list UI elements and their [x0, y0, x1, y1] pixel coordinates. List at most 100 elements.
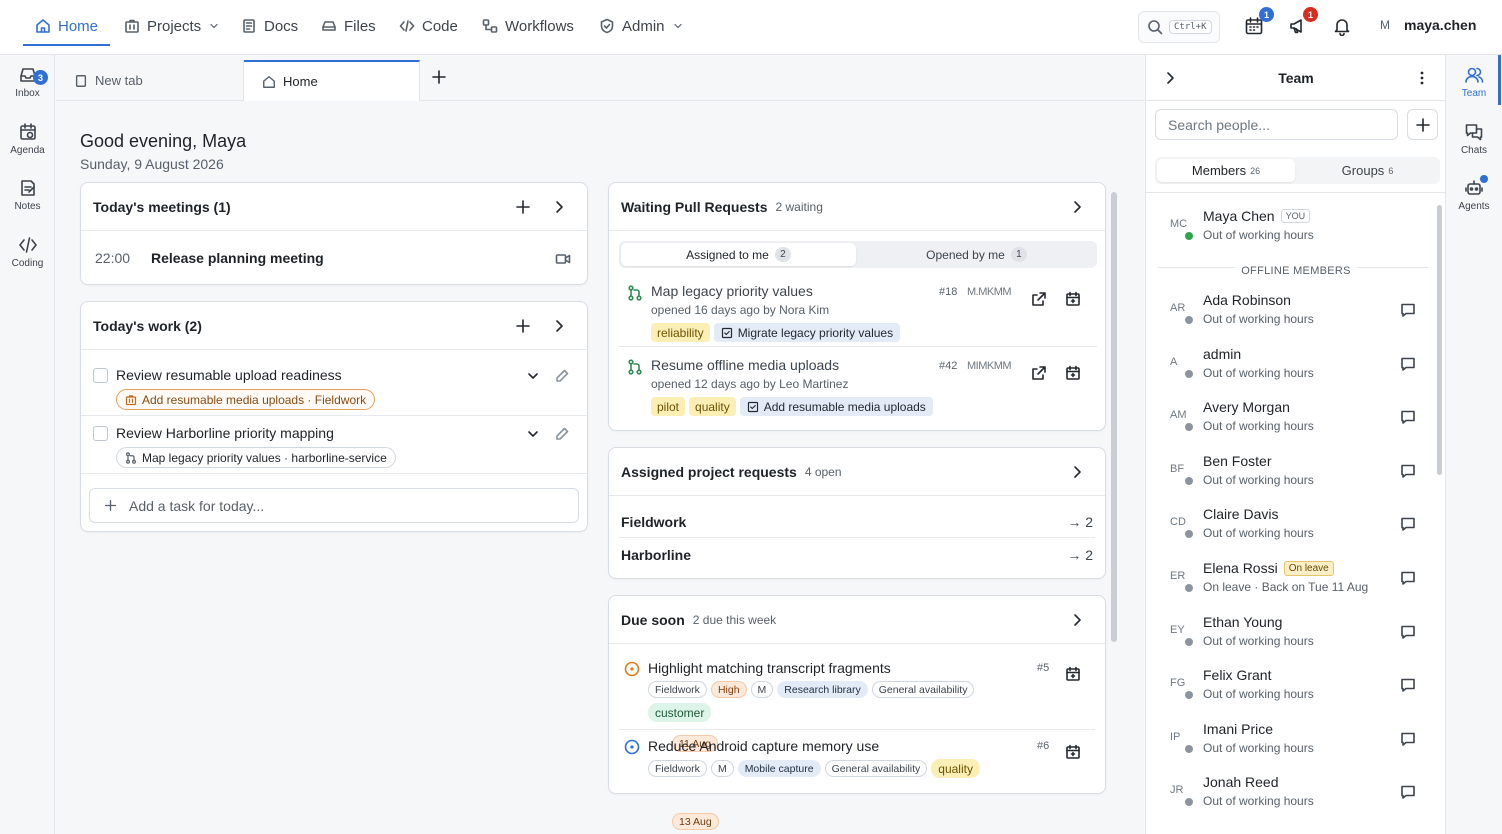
chevron-right-icon — [1074, 466, 1081, 478]
video-call-icon[interactable] — [555, 251, 571, 267]
message-icon[interactable] — [1400, 409, 1416, 425]
tab-groups[interactable]: Groups 6 — [1297, 159, 1438, 182]
member-row[interactable]: BF Ben Foster Out of working hours — [1146, 453, 1436, 503]
edit-icon[interactable] — [554, 368, 570, 384]
tab-assigned-to-me[interactable]: Assigned to me 2 — [621, 243, 856, 266]
nav-admin[interactable]: Admin — [599, 0, 684, 52]
member-row[interactable]: ER Elena Rossi On leave On leave · Back on … — [1146, 560, 1436, 610]
pull-request-row[interactable]: Map legacy priority values opened 16 day… — [619, 283, 1097, 347]
message-icon[interactable] — [1400, 570, 1416, 586]
calendar-button[interactable]: 1 — [1244, 7, 1274, 38]
schedule-icon[interactable] — [1065, 744, 1081, 760]
pr-linked-task[interactable]: Add resumable media uploads — [739, 397, 933, 416]
member-row[interactable]: FG Felix Grant Out of working hours — [1146, 667, 1436, 717]
message-icon[interactable] — [1400, 677, 1416, 693]
chevron-down-icon[interactable] — [525, 426, 541, 442]
notifications-button[interactable] — [1332, 16, 1354, 38]
due-item-number: #5 — [1037, 662, 1050, 674]
open-requests-button[interactable] — [1069, 464, 1085, 480]
work-item-title[interactable]: Review resumable upload readiness — [116, 367, 342, 383]
tab-opened-by-me[interactable]: Opened by me 1 — [858, 243, 1095, 266]
pr-label: pilot — [651, 397, 686, 416]
pr-linked-task[interactable]: Migrate legacy priority values — [713, 323, 901, 342]
member-row[interactable]: JR Jonah Reed Out of working hours — [1146, 774, 1436, 824]
work-item-ref[interactable]: Map legacy priority values · harborline-… — [116, 447, 396, 468]
main-scrollbar[interactable] — [1111, 192, 1117, 642]
edit-icon[interactable] — [554, 426, 570, 442]
schedule-icon[interactable] — [1065, 291, 1081, 307]
add-work-button[interactable] — [515, 318, 531, 334]
rail-agents[interactable]: Agents — [1446, 175, 1502, 212]
member-row[interactable]: AR Ada Robinson Out of working hours — [1146, 292, 1436, 342]
message-icon[interactable] — [1400, 731, 1416, 747]
member-initials: FG — [1170, 677, 1186, 690]
home-icon — [263, 75, 275, 88]
rail-agenda[interactable]: Agenda — [0, 122, 55, 156]
message-icon[interactable] — [1400, 463, 1416, 479]
tab-opened-label: Opened by me — [926, 247, 1005, 262]
tab-members[interactable]: Members 26 — [1157, 159, 1295, 182]
rail-inbox[interactable]: Inbox 3 — [0, 65, 55, 99]
tab-new-tab[interactable]: New tab — [56, 60, 244, 101]
rail-coding[interactable]: Coding — [0, 235, 55, 269]
work-item-checkbox[interactable] — [93, 368, 108, 383]
global-search-button[interactable]: Ctrl+K — [1138, 11, 1220, 43]
project-request-row[interactable]: Harborline → 2 — [619, 539, 1095, 571]
member-row[interactable]: IP Imani Price Out of working hours — [1146, 721, 1436, 771]
work-item-title[interactable]: Review Harborline priority mapping — [116, 425, 334, 441]
member-row[interactable]: CD Claire Davis Out of working hours — [1146, 506, 1436, 556]
meeting-title: Release planning meeting — [151, 250, 324, 266]
due-item[interactable]: Highlight matching transcript fragments … — [619, 660, 1095, 752]
add-tab-button[interactable] — [431, 69, 449, 87]
collapse-panel-icon[interactable] — [1162, 70, 1178, 86]
project-request-row[interactable]: Fieldwork → 2 — [619, 506, 1095, 538]
schedule-icon[interactable] — [1065, 666, 1081, 682]
more-options-icon[interactable] — [1414, 70, 1430, 86]
nav-code[interactable]: Code — [399, 0, 458, 52]
open-pull-requests-button[interactable] — [1069, 199, 1085, 215]
chevron-down-icon[interactable] — [525, 368, 541, 384]
divider — [1445, 55, 1446, 834]
rail-notes[interactable]: Notes — [0, 178, 55, 212]
member-row[interactable]: Aadmin Out of working hours — [1146, 346, 1436, 396]
add-task-input[interactable]: Add a task for today... — [89, 488, 579, 523]
open-meetings-button[interactable] — [551, 199, 567, 215]
plus-icon — [104, 499, 117, 512]
people-search-input[interactable]: Search people... — [1155, 109, 1398, 140]
rail-team[interactable]: Team — [1446, 65, 1502, 99]
work-item: Review Harborline priority mapping Map l… — [81, 418, 587, 474]
announcements-button[interactable]: 1 — [1288, 7, 1318, 38]
rail-chats[interactable]: Chats — [1446, 122, 1502, 156]
nav-workflows[interactable]: Workflows — [482, 0, 574, 52]
member-row[interactable]: EY Ethan Young Out of working hours — [1146, 614, 1436, 664]
member-row-self[interactable]: MC Maya Chen YOU Out of working hours — [1146, 208, 1436, 258]
open-work-button[interactable] — [551, 318, 567, 334]
message-icon[interactable] — [1400, 784, 1416, 800]
external-link-icon[interactable] — [1031, 365, 1047, 381]
schedule-icon[interactable] — [1065, 365, 1081, 381]
work-item-checkbox[interactable] — [93, 426, 108, 441]
people-search-placeholder: Search people... — [1168, 116, 1270, 133]
external-link-icon[interactable] — [1031, 291, 1047, 307]
due-item[interactable]: Reduce Android capture memory use #6 Fie… — [619, 738, 1095, 830]
message-icon[interactable] — [1400, 356, 1416, 372]
message-icon[interactable] — [1400, 624, 1416, 640]
meeting-row[interactable]: 22:00 Release planning meeting — [81, 232, 587, 284]
add-meeting-button[interactable] — [515, 199, 531, 215]
tab-home[interactable]: Home — [244, 60, 420, 101]
member-row[interactable]: AM Avery Morgan Out of working hours — [1146, 399, 1436, 449]
add-person-button[interactable] — [1407, 109, 1438, 140]
nav-files[interactable]: Files — [321, 0, 376, 52]
user-menu[interactable]: M maya.chen — [1380, 17, 1476, 33]
team-scrollbar[interactable] — [1437, 205, 1442, 475]
work-item-ref[interactable]: Add resumable media uploads · Fieldwork — [116, 389, 376, 410]
pull-request-row[interactable]: Resume offline media uploads opened 12 d… — [619, 357, 1097, 421]
member-name-text: Ada Robinson — [1203, 292, 1291, 308]
nav-docs[interactable]: Docs — [241, 0, 298, 52]
member-name-text: Claire Davis — [1203, 506, 1279, 523]
project-request-count: → 2 — [1067, 514, 1093, 530]
message-icon[interactable] — [1400, 516, 1416, 532]
message-icon[interactable] — [1400, 302, 1416, 318]
open-due-soon-button[interactable] — [1069, 612, 1085, 628]
nav-projects[interactable]: Projects — [124, 0, 220, 52]
